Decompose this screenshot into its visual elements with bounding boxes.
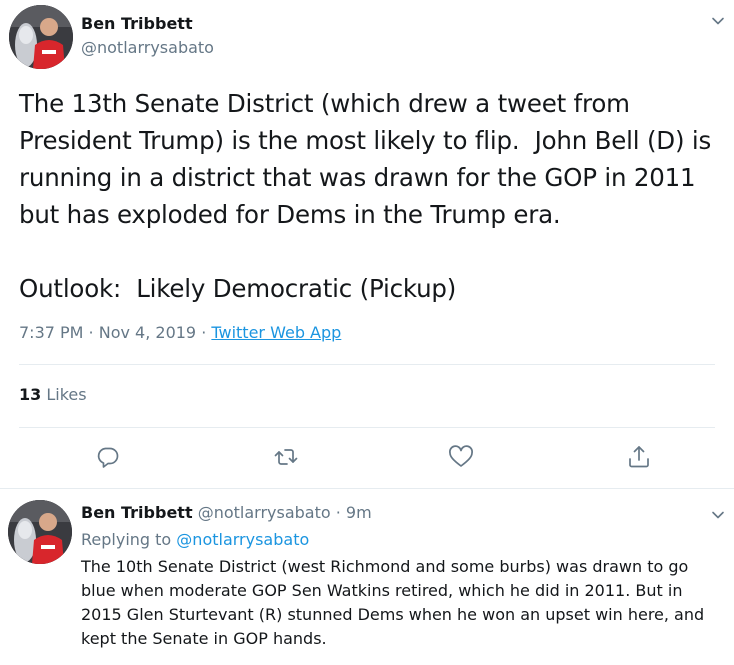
reply-avatar[interactable] (8, 500, 72, 564)
retweet-icon[interactable] (273, 444, 299, 470)
chevron-down-icon[interactable] (711, 508, 725, 522)
divider (19, 427, 715, 428)
reply-header: Ben Tribbett @notlarrysabato · 9m (81, 503, 372, 522)
replying-to-handle-link[interactable]: @notlarrysabato (176, 530, 309, 549)
likes-count: 13 (19, 385, 42, 404)
divider (19, 364, 715, 365)
reply-author-name[interactable]: Ben Tribbett (81, 503, 193, 522)
avatar[interactable] (9, 5, 73, 69)
reply-tweet-text: The 10th Senate District (west Richmond … (81, 557, 705, 648)
tweet-text: The 13th Senate District (which drew a t… (19, 89, 712, 303)
author-name[interactable]: Ben Tribbett (81, 14, 193, 33)
author-handle[interactable]: @notlarrysabato (81, 38, 214, 57)
share-icon[interactable] (626, 444, 652, 470)
reply-time[interactable]: · 9m (336, 503, 372, 522)
reply-icon[interactable] (95, 444, 121, 470)
replying-to: Replying to @notlarrysabato (81, 530, 309, 549)
replying-to-label: Replying to (81, 530, 172, 549)
likes-stat[interactable]: 13 Likes (19, 385, 87, 404)
likes-label: Likes (46, 385, 87, 404)
main-tweet: Ben Tribbett @notlarrysabato The 13th Se… (0, 0, 734, 489)
heart-icon[interactable] (448, 444, 474, 470)
tweet-time[interactable]: 7:37 PM · Nov 4, 2019 · (19, 323, 211, 342)
tweet-timestamp: 7:37 PM · Nov 4, 2019 · Twitter Web App (19, 323, 341, 342)
tweet-source-link[interactable]: Twitter Web App (211, 323, 341, 342)
chevron-down-icon[interactable] (711, 14, 725, 28)
reply-author-handle[interactable]: @notlarrysabato (198, 503, 331, 522)
